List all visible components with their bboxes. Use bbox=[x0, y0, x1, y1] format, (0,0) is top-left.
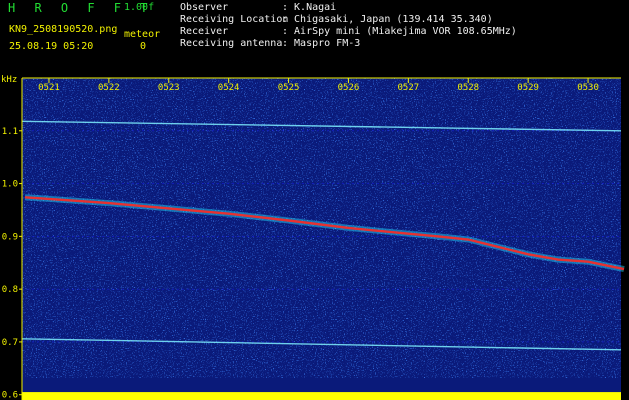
x-tick-label: 0530 bbox=[577, 83, 599, 93]
antenna-label: Receiving antenna bbox=[180, 38, 283, 49]
file-name: KN9_2508190520.png bbox=[9, 24, 118, 35]
noise-floor-band bbox=[22, 392, 621, 400]
x-tick-label: 0523 bbox=[158, 83, 180, 93]
x-tick-label: 0529 bbox=[517, 83, 539, 93]
spectrogram-chart: kHz 0521 0522 0523 0524 0525 0526 0527 0528 0529… bbox=[1, 75, 625, 400]
y-tick-label: 0.9 bbox=[2, 232, 18, 242]
meteor-count-value: 0 bbox=[140, 41, 147, 52]
location-value: : Chigasaki, Japan (139.414 35.340) bbox=[282, 14, 493, 25]
y-tick-label: 0.6 bbox=[2, 391, 18, 400]
y-unit-label: kHz bbox=[1, 75, 17, 85]
x-tick-label: 0522 bbox=[98, 83, 120, 93]
x-tick-label: 0525 bbox=[278, 83, 300, 93]
location-label: Receiving Location bbox=[180, 14, 289, 25]
y-axis-ticks: 1.1 1.0 0.9 0.8 0.7 0.6 bbox=[2, 127, 22, 400]
x-tick-label: 0527 bbox=[398, 83, 420, 93]
y-tick-label: 0.8 bbox=[2, 285, 18, 295]
receiver-value: : AirSpy mini (Miakejima VOR 108.65MHz) bbox=[282, 26, 517, 37]
observer-label: Observer bbox=[180, 2, 229, 13]
observer-value: : K.Nagai bbox=[282, 2, 337, 13]
x-tick-label: 0521 bbox=[38, 83, 60, 93]
x-tick-label: 0526 bbox=[338, 83, 360, 93]
antenna-value: : Maspro FM-3 bbox=[282, 38, 361, 49]
x-tick-label: 0524 bbox=[218, 83, 240, 93]
y-tick-label: 1.0 bbox=[2, 180, 18, 190]
meteor-count-label: meteor bbox=[124, 29, 161, 40]
y-tick-label: 0.7 bbox=[2, 338, 18, 348]
y-tick-label: 1.1 bbox=[2, 127, 18, 137]
header-panel: H R O F F T 1.00f KN9_2508190520.png 25.… bbox=[0, 0, 629, 74]
app-version: 1.00f bbox=[124, 2, 155, 13]
observation-datetime: 25.08.19 05:20 bbox=[9, 41, 94, 52]
x-tick-label: 0528 bbox=[457, 83, 479, 93]
receiver-label: Receiver bbox=[180, 26, 229, 37]
